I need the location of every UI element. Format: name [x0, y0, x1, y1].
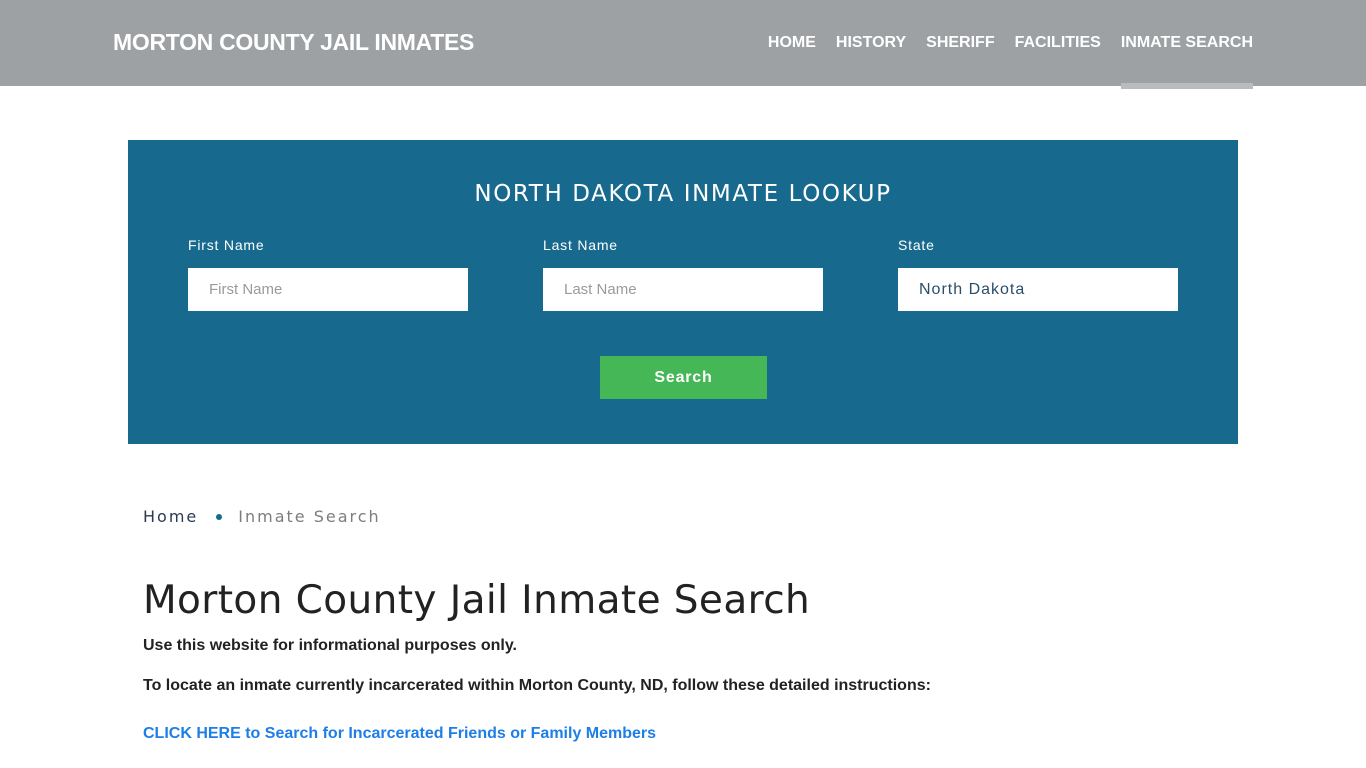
search-friends-family-link[interactable]: CLICK HERE to Search for Incarcerated Fr…	[143, 725, 656, 743]
first-name-label: First Name	[188, 237, 265, 253]
nav-home[interactable]: HOME	[758, 0, 826, 86]
breadcrumb-current: Inmate Search	[238, 507, 381, 526]
last-name-label: Last Name	[543, 237, 618, 253]
nav-facilities[interactable]: FACILITIES	[1005, 0, 1111, 86]
breadcrumb-home-link[interactable]: Home	[143, 507, 198, 526]
breadcrumb: Home Inmate Search	[143, 507, 381, 526]
disclaimer-text: Use this website for informational purpo…	[143, 637, 517, 654]
instructions-intro-text: To locate an inmate currently incarcerat…	[143, 677, 931, 694]
breadcrumb-separator-dot-icon	[216, 513, 223, 520]
nav-inmate-search[interactable]: INMATE SEARCH	[1111, 0, 1254, 89]
lookup-title: NORTH DAKOTA INMATE LOOKUP	[474, 181, 892, 207]
nav-history[interactable]: HISTORY	[826, 0, 916, 86]
search-button[interactable]: Search	[600, 356, 767, 399]
site-logo-link[interactable]: MORTON COUNTY JAIL INMATES	[113, 29, 474, 56]
clipped-text-line	[143, 760, 643, 768]
site-header: MORTON COUNTY JAIL INMATES HOME HISTORY …	[0, 0, 1366, 89]
page-title: Morton County Jail Inmate Search	[143, 578, 811, 623]
last-name-input[interactable]	[543, 268, 823, 311]
nav-sheriff[interactable]: SHERIFF	[916, 0, 1004, 86]
state-input[interactable]	[898, 268, 1178, 311]
first-name-input[interactable]	[188, 268, 468, 311]
state-label: State	[898, 237, 935, 253]
main-nav: HOME HISTORY SHERIFF FACILITIES INMATE S…	[758, 0, 1254, 89]
